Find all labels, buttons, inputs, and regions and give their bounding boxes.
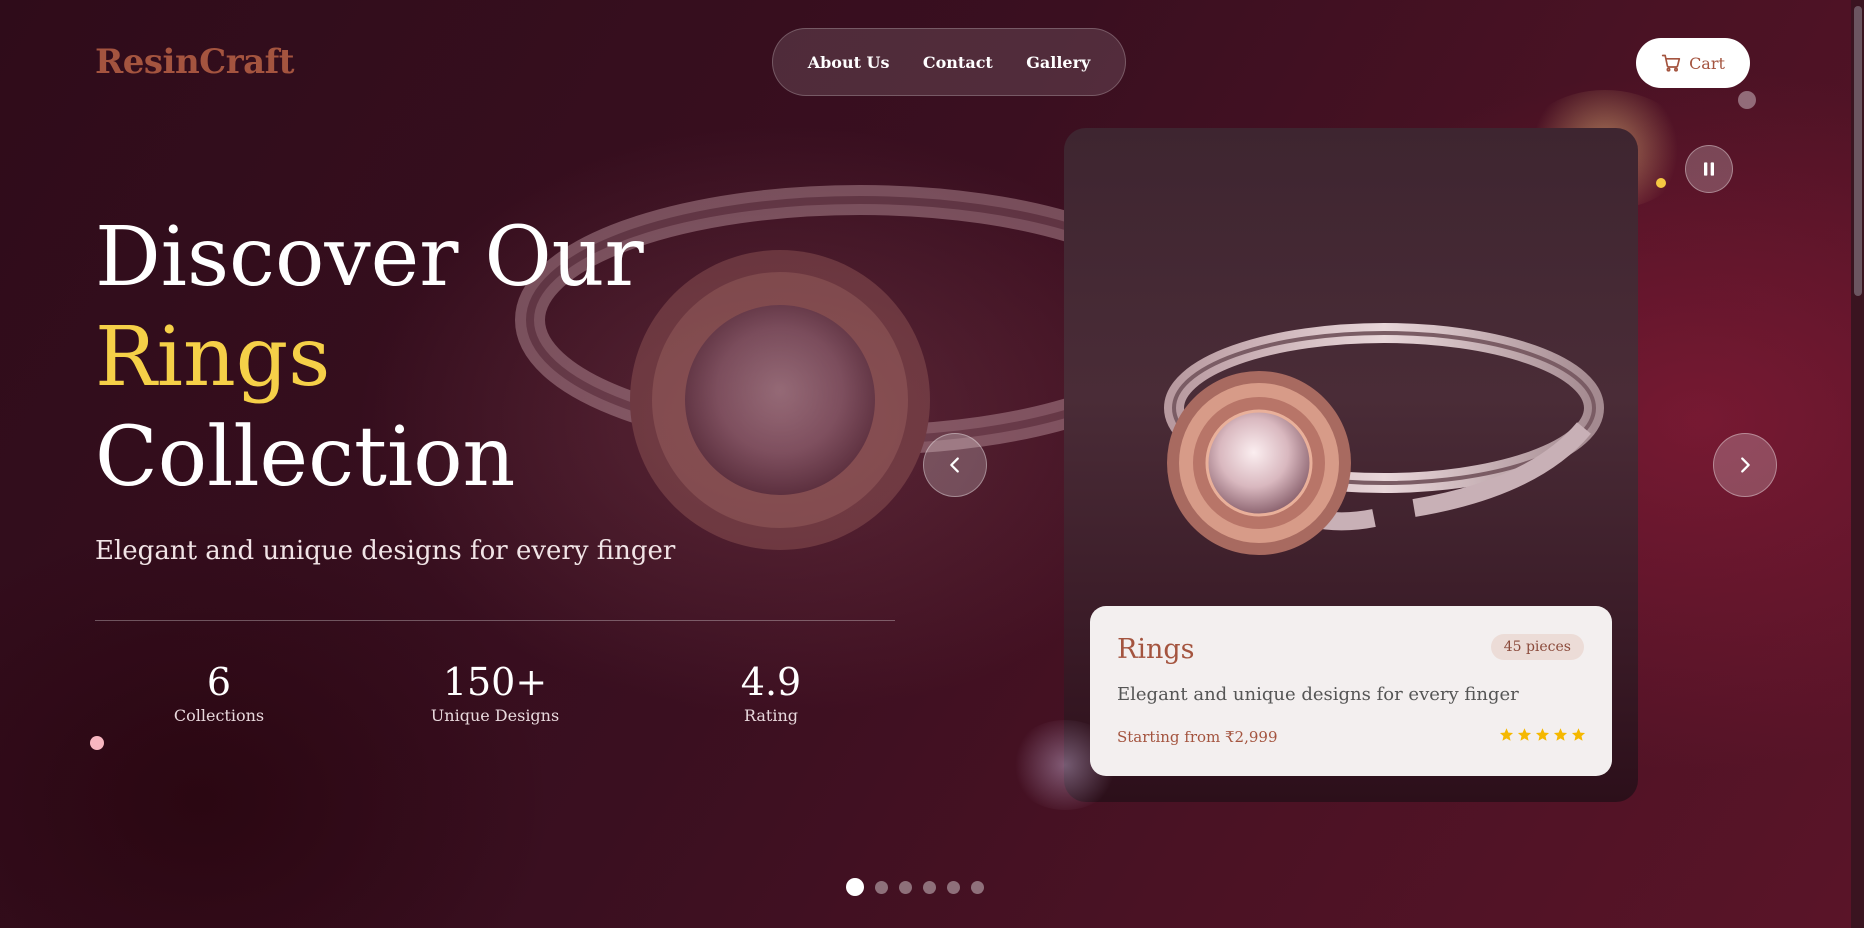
star-icon — [1517, 728, 1532, 741]
pause-icon — [1704, 162, 1714, 176]
stat-label: Collections — [173, 706, 265, 725]
carousel-pagination — [846, 878, 984, 896]
stat-label: Unique Designs — [430, 706, 560, 725]
pagination-dot[interactable] — [971, 880, 984, 894]
rating-stars — [1499, 727, 1586, 742]
star-icon — [1553, 728, 1568, 741]
carousel-prev-button[interactable] — [923, 433, 987, 497]
chevron-left-icon — [950, 457, 959, 473]
carousel-pause-button[interactable] — [1685, 145, 1733, 193]
carousel-next-button[interactable] — [1713, 433, 1777, 497]
chevron-right-icon — [1741, 457, 1750, 473]
pagination-dot[interactable] — [875, 880, 888, 894]
nav-contact[interactable]: Contact — [923, 53, 993, 72]
stat-unique-designs: 150+ Unique Designs — [385, 660, 605, 725]
nav-about-us[interactable]: About Us — [808, 53, 890, 72]
star-icon — [1571, 728, 1586, 741]
product-price: Starting from ₹2,999 — [1117, 728, 1278, 746]
product-description: Elegant and unique designs for every fin… — [1117, 684, 1519, 705]
pieces-badge: 45 pieces — [1490, 634, 1584, 660]
stat-value: 6 — [206, 660, 232, 704]
star-icon — [1499, 728, 1514, 741]
stat-label: Rating — [743, 706, 799, 725]
stat-value: 150+ — [442, 660, 548, 704]
pagination-dot[interactable] — [899, 880, 912, 894]
cart-icon — [1661, 54, 1681, 72]
product-card[interactable]: Rings 45 pieces Elegant and unique desig… — [1090, 606, 1612, 776]
divider — [95, 620, 895, 621]
cart-button[interactable]: Cart — [1636, 38, 1750, 88]
hero-subtitle: Elegant and unique designs for every fin… — [95, 536, 676, 566]
nav-gallery[interactable]: Gallery — [1026, 53, 1090, 72]
hero-title-line3: Collection — [95, 410, 516, 505]
cart-label: Cart — [1689, 53, 1725, 73]
stat-value: 4.9 — [740, 660, 802, 704]
pagination-dot[interactable] — [923, 880, 936, 894]
brand-logo[interactable]: ResinCraft — [95, 42, 295, 82]
stat-collections: 6 Collections — [109, 660, 329, 725]
hero-title: Discover Our Rings Collection — [95, 208, 644, 508]
stat-rating: 4.9 Rating — [661, 660, 881, 725]
product-name: Rings — [1117, 634, 1195, 665]
decorative-dot — [1656, 178, 1666, 188]
scrollbar-thumb[interactable] — [1854, 6, 1862, 296]
page-scrollbar[interactable] — [1851, 0, 1864, 928]
pagination-dot[interactable] — [947, 880, 960, 894]
hero-title-accent: Rings — [95, 310, 331, 405]
decorative-dot — [90, 736, 104, 750]
pagination-dot-active[interactable] — [846, 878, 864, 896]
hero-title-line1: Discover Our — [95, 210, 644, 305]
main-nav: About Us Contact Gallery — [772, 28, 1126, 96]
star-icon — [1535, 728, 1550, 741]
decorative-dot — [1738, 91, 1756, 109]
